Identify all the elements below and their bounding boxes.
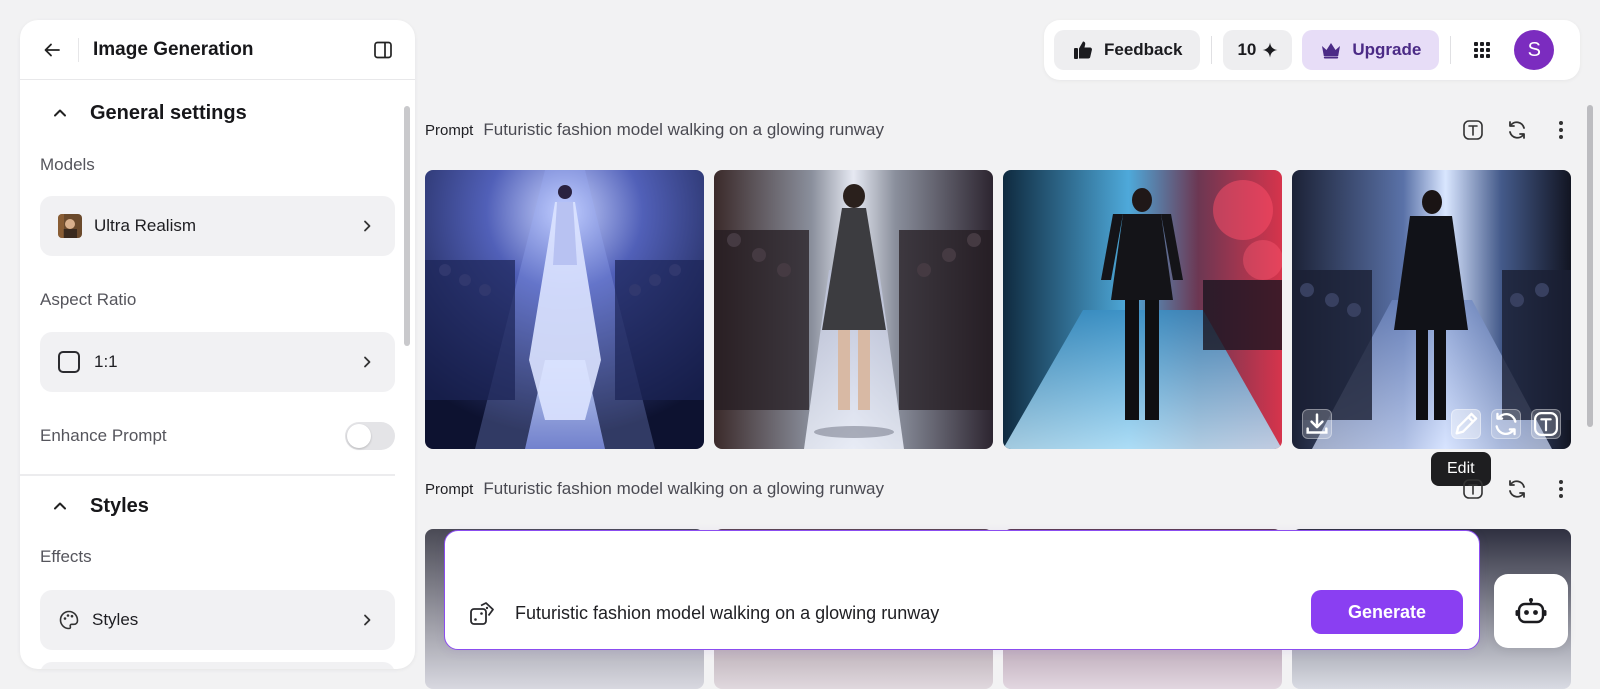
enhance-prompt-row: Enhance Prompt	[20, 416, 403, 456]
dice-icon	[470, 602, 494, 625]
bot-icon	[1515, 598, 1547, 624]
grid-icon	[1474, 42, 1491, 58]
prompt-actions	[1459, 116, 1575, 144]
prompt-row: Prompt Futuristic fashion model walking …	[425, 112, 1575, 148]
thumbs-up-icon	[1074, 41, 1092, 59]
aspect-ratio-label: Aspect Ratio	[40, 290, 137, 309]
refresh-icon	[1509, 121, 1525, 139]
apps-button[interactable]	[1462, 30, 1502, 70]
generated-image[interactable]	[425, 170, 704, 449]
back-button[interactable]	[38, 36, 66, 64]
refresh-icon	[1509, 480, 1525, 498]
user-avatar[interactable]: S	[1514, 30, 1555, 70]
aspect-ratio-selector[interactable]: 1:1	[40, 332, 395, 392]
styles-header[interactable]: Styles	[20, 476, 403, 536]
enhance-prompt-toggle[interactable]	[345, 422, 395, 450]
page-scrollbar[interactable]	[1587, 105, 1593, 427]
header-divider	[78, 37, 79, 62]
next-selector-partial[interactable]	[40, 662, 395, 669]
generated-image[interactable]	[1003, 170, 1282, 449]
regenerate-button[interactable]	[1503, 116, 1531, 144]
use-prompt-button[interactable]	[1459, 116, 1487, 144]
model-value: Ultra Realism	[94, 216, 197, 235]
crown-icon	[1322, 43, 1341, 59]
topbar-divider	[1450, 36, 1452, 64]
text-box-icon	[1463, 479, 1483, 499]
composer-text: Futuristic fashion model walking on a gl…	[515, 603, 940, 623]
generate-button[interactable]: Generate	[1311, 590, 1463, 634]
chevron-up-icon	[54, 502, 66, 510]
prompt-tag: Prompt	[425, 121, 474, 139]
panel-header: Image Generation	[20, 20, 415, 80]
generated-image-hovered[interactable]	[1292, 170, 1571, 449]
upgrade-label: Upgrade	[1352, 40, 1422, 59]
credits-button[interactable]: 10	[1223, 30, 1293, 70]
more-options-button[interactable]	[1547, 116, 1575, 144]
top-bar: Feedback 10 Upgrade S	[1044, 20, 1580, 80]
assistant-button[interactable]	[1494, 574, 1568, 648]
square-icon	[58, 351, 80, 373]
use-prompt-button[interactable]	[1459, 475, 1487, 503]
styles-value: Styles	[92, 610, 139, 629]
sidebar-toggle-button[interactable]	[369, 36, 397, 64]
styles-selector[interactable]: Styles	[40, 590, 395, 650]
panel-scrollbar[interactable]	[404, 106, 410, 346]
download-icon	[1306, 413, 1328, 434]
model-selector[interactable]: Ultra Realism	[40, 196, 395, 256]
enhance-prompt-label: Enhance Prompt	[40, 426, 167, 445]
sidebar-toggle-icon	[374, 41, 392, 58]
generated-image[interactable]	[714, 170, 993, 449]
palette-icon	[58, 609, 80, 631]
panel-title: Image Generation	[93, 38, 254, 60]
upgrade-button[interactable]: Upgrade	[1302, 30, 1440, 70]
credits-count: 10	[1237, 40, 1257, 59]
feedback-button[interactable]: Feedback	[1054, 30, 1201, 70]
styles-title: Styles	[90, 494, 149, 517]
models-label: Models	[40, 155, 95, 174]
text-box-icon	[1463, 120, 1483, 140]
settings-panel: Image Generation General settings Models…	[20, 20, 415, 669]
image-prompt-button[interactable]	[1531, 409, 1561, 439]
prompt-row: Prompt Futuristic fashion model walking …	[425, 471, 1575, 507]
arrow-left-icon	[44, 43, 60, 56]
download-button[interactable]	[1302, 409, 1332, 439]
more-vertical-icon	[1559, 121, 1563, 139]
vary-image-button[interactable]	[1491, 409, 1521, 439]
chevron-up-icon	[54, 109, 66, 117]
aspect-ratio-value: 1:1	[94, 352, 118, 371]
prompt-text: Futuristic fashion model walking on a gl…	[483, 479, 885, 498]
regenerate-button[interactable]	[1503, 475, 1531, 503]
prompt-text: Futuristic fashion model walking on a gl…	[483, 120, 885, 139]
topbar-divider	[1211, 36, 1213, 64]
text-box-icon	[1534, 412, 1558, 436]
chevron-right-icon	[364, 220, 371, 232]
chevron-right-icon	[364, 614, 371, 626]
prompt-actions	[1459, 475, 1575, 503]
model-thumbnail	[58, 214, 82, 238]
random-prompt-button[interactable]	[467, 599, 497, 629]
general-settings-title: General settings	[90, 101, 247, 124]
general-settings-header[interactable]: General settings	[20, 83, 403, 143]
toggle-knob	[347, 424, 371, 448]
chevron-right-icon	[364, 356, 371, 368]
edit-image-button[interactable]	[1451, 409, 1481, 439]
sparkle-icon	[1262, 42, 1278, 58]
panel-body: General settings Models Ultra Realism As…	[20, 81, 403, 669]
effects-label: Effects	[40, 547, 92, 566]
image-grid	[425, 170, 1571, 449]
feedback-label: Feedback	[1104, 40, 1183, 59]
more-options-button[interactable]	[1547, 475, 1575, 503]
pencil-icon	[1455, 412, 1478, 435]
prompt-tag: Prompt	[425, 480, 474, 498]
refresh-icon	[1495, 412, 1517, 436]
prompt-composer[interactable]: Futuristic fashion model walking on a gl…	[444, 530, 1480, 650]
more-vertical-icon	[1559, 480, 1563, 498]
